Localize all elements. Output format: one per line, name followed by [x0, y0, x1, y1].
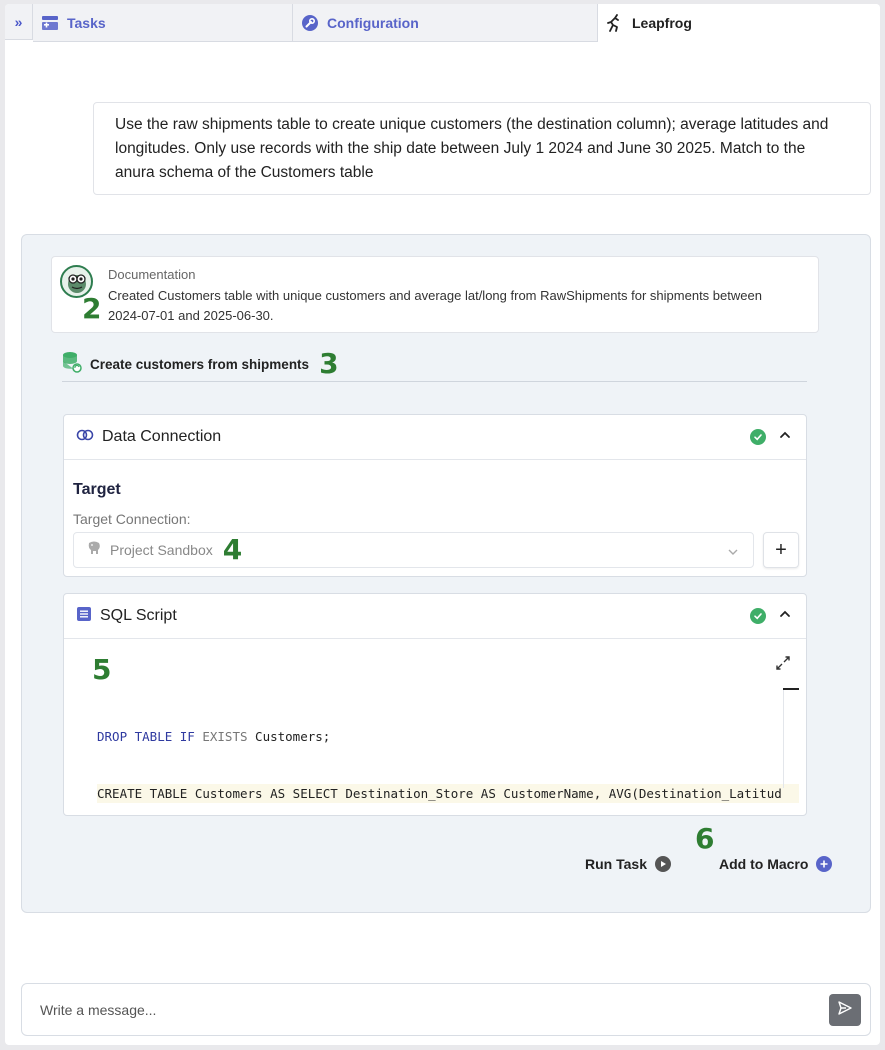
- documentation-title: Documentation: [108, 267, 196, 282]
- chevron-down-icon: [727, 545, 739, 563]
- target-heading: Target: [73, 481, 121, 498]
- prompt-text: Use the raw shipments table to create un…: [115, 116, 829, 181]
- target-connection-label: Target Connection:: [73, 511, 191, 527]
- success-check-icon: [750, 608, 766, 624]
- tab-tasks[interactable]: Tasks: [33, 4, 293, 42]
- task-actions: Run Task Add to Macro: [585, 856, 833, 872]
- add-connection-button[interactable]: +: [763, 532, 799, 568]
- run-task-button[interactable]: Run Task: [585, 856, 671, 872]
- tab-label: Leapfrog: [632, 14, 692, 31]
- expand-editor-icon[interactable]: [776, 656, 790, 675]
- collapse-chevron-up-icon[interactable]: [778, 607, 792, 621]
- editor-scroll-thumb[interactable]: [783, 688, 799, 690]
- task-header: Create customers from shipments 3: [62, 350, 339, 378]
- plus-circle-icon: [816, 856, 833, 872]
- sql-script-header[interactable]: SQL Script: [64, 594, 806, 639]
- target-connection-select[interactable]: Project Sandbox 4: [73, 532, 754, 568]
- annotation-number: 4: [222, 533, 243, 566]
- script-list-icon: [76, 606, 92, 627]
- collapse-chevron-up-icon[interactable]: [778, 428, 792, 442]
- tab-configuration[interactable]: Configuration: [293, 4, 598, 42]
- code-line-2: CREATE TABLE Customers AS SELECT Destina…: [97, 784, 799, 803]
- data-connection-header[interactable]: Data Connection: [64, 415, 806, 460]
- task-title: Create customers from shipments: [90, 356, 310, 372]
- tab-leapfrog[interactable]: Leapfrog: [598, 4, 880, 42]
- message-composer: [21, 983, 871, 1036]
- message-input[interactable]: [40, 998, 800, 1022]
- run-task-label: Run Task: [585, 856, 647, 872]
- section-title: SQL Script: [100, 607, 177, 624]
- code-line: DROP TABLE IF EXISTS Customers;: [97, 729, 331, 744]
- data-connection-section: Data Connection Target Target Connection…: [63, 414, 807, 577]
- annotation-number: 3: [319, 347, 339, 380]
- section-title: Data Connection: [102, 428, 222, 445]
- add-to-macro-button[interactable]: Add to Macro: [718, 856, 833, 872]
- database-sync-icon: [62, 351, 82, 378]
- user-prompt-bubble: Use the raw shipments table to create un…: [93, 102, 871, 195]
- elephant-database-icon: [86, 540, 102, 561]
- app-frame: » Tasks Configuration Leapfrog 1 Use the…: [5, 4, 880, 1045]
- leapfrog-icon: [606, 13, 624, 32]
- annotation-number: 5: [92, 653, 112, 686]
- link-circles-icon: [76, 428, 94, 446]
- success-check-icon: [750, 429, 766, 445]
- annotation-number: 6: [695, 822, 715, 855]
- play-icon: [654, 856, 671, 872]
- tab-bar: » Tasks Configuration Leapfrog: [5, 4, 880, 42]
- send-button[interactable]: [829, 994, 861, 1026]
- send-icon: [837, 1000, 853, 1021]
- add-to-macro-label: Add to Macro: [718, 856, 809, 872]
- tab-label: Tasks: [67, 14, 106, 31]
- selected-connection: Project Sandbox: [110, 542, 213, 558]
- assistant-response-card: Documentation Created Customers table wi…: [21, 234, 871, 913]
- divider: [62, 381, 807, 382]
- documentation-box: Documentation Created Customers table wi…: [51, 256, 819, 333]
- editor-scrollbar[interactable]: [783, 688, 784, 788]
- sql-code-editor[interactable]: DROP TABLE IF EXISTS Customers; CREATE T…: [97, 689, 799, 815]
- annotation-number: 2: [82, 292, 102, 325]
- documentation-text: Created Customers table with unique cust…: [108, 288, 762, 323]
- sql-script-section: SQL Script 5 DROP TABLE IF EXISTS Custom…: [63, 593, 807, 816]
- tab-label: Configuration: [327, 14, 419, 31]
- expand-sidebar-button[interactable]: »: [5, 4, 33, 40]
- tasks-icon: [41, 14, 59, 32]
- wrench-icon: [301, 14, 319, 32]
